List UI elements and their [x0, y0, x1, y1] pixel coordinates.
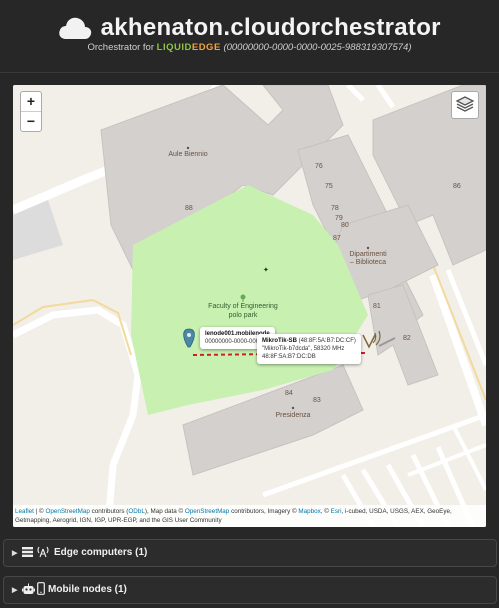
edge-computers-section[interactable]: ▶ Edge computers (1)	[3, 539, 497, 567]
brand-liquid: LIQUID	[156, 42, 192, 53]
expand-icon: ▶	[12, 550, 18, 557]
page-title: akhenaton.cloudorchestrator	[100, 14, 441, 41]
building-number: 80	[341, 222, 349, 229]
popup-wifi-name: MikroTik-SB	[262, 338, 297, 344]
place-label-faculty-park: Faculty of Engineering polo park	[208, 303, 278, 319]
expand-icon: ▶	[12, 587, 18, 594]
popup-node-uuid: 00000000-0000-0000	[205, 339, 263, 345]
zoom-control: + −	[20, 91, 42, 132]
zoom-in-button[interactable]: +	[21, 92, 41, 111]
building-number: 86	[453, 183, 461, 190]
orchestrator-uuid: (00000000-0000-0000-0025-988319307574)	[223, 42, 412, 53]
osm-link-2[interactable]: OpenStreetMap	[185, 508, 229, 515]
app-header: akhenaton.cloudorchestrator Orchestrator…	[0, 0, 499, 73]
subtitle-prefix: Orchestrator for	[87, 42, 155, 53]
place-label-dipartimenti: Dipartimenti – Biblioteca	[349, 251, 387, 266]
robot-icon	[22, 583, 35, 594]
building-number: 88	[185, 205, 193, 212]
map-attribution: Leaflet | © OpenStreetMap contributors (…	[13, 505, 486, 527]
title-row: akhenaton.cloudorchestrator	[0, 14, 499, 42]
map-view[interactable]: ✦ 88 76 75 78 79 80 87 86 81 84 82 83 Au…	[13, 85, 486, 527]
layers-button[interactable]	[451, 91, 479, 119]
svg-text:✦: ✦	[263, 266, 269, 274]
attrib-text: , ©	[320, 508, 329, 515]
server-icon	[22, 547, 33, 557]
building-number: 75	[325, 183, 333, 190]
cloud-icon	[59, 17, 92, 39]
building-number: 87	[333, 235, 341, 242]
wifi-ap-popup[interactable]: MikroTik-SB (48:8F:5A:B7:DC:CF) "MikroTi…	[257, 334, 361, 364]
layers-icon	[455, 96, 475, 112]
edge-computers-label: Edge computers (1)	[54, 547, 148, 558]
mobile-nodes-label: Mobile nodes (1)	[48, 584, 127, 595]
odbl-link[interactable]: ODbL	[128, 508, 144, 515]
building-number: 83	[313, 397, 321, 404]
popup-wifi-bssid: 48:8F:5A:B7:DC:DB	[262, 354, 316, 360]
attrib-text: contributors, Imagery ©	[231, 508, 297, 515]
building-number: 84	[285, 390, 293, 397]
mobile-phone-icon	[37, 582, 45, 595]
place-label-presidenza: Presidenza	[275, 412, 311, 419]
attrib-text: ), Map data ©	[144, 508, 184, 515]
building-number: 81	[373, 303, 381, 310]
page-subtitle: Orchestrator for LIQUIDEDGE (00000000-00…	[0, 42, 499, 53]
mobile-nodes-section[interactable]: ▶ Mobile nodes (1)	[3, 576, 497, 604]
antenna-icon	[37, 546, 49, 558]
zoom-out-button[interactable]: −	[21, 111, 41, 131]
building-number: 82	[403, 335, 411, 342]
place-label-aule-biennio: Aule Biennio	[168, 151, 208, 158]
building-number: 76	[315, 163, 323, 170]
attrib-text: contributors (	[91, 508, 129, 515]
mapbox-link[interactable]: Mapbox	[298, 508, 320, 515]
brand-edge: EDGE	[191, 42, 221, 53]
leaflet-link[interactable]: Leaflet	[15, 508, 34, 515]
popup-wifi-ssid: "MikroTik-b7dcda", 58320 MHz	[262, 346, 345, 352]
building-number: 78	[331, 205, 339, 212]
osm-link[interactable]: OpenStreetMap	[45, 508, 89, 515]
esri-link[interactable]: Esri	[331, 508, 342, 515]
popup-wifi-mac: (48:8F:5A:B7:DC:CF)	[298, 338, 356, 344]
